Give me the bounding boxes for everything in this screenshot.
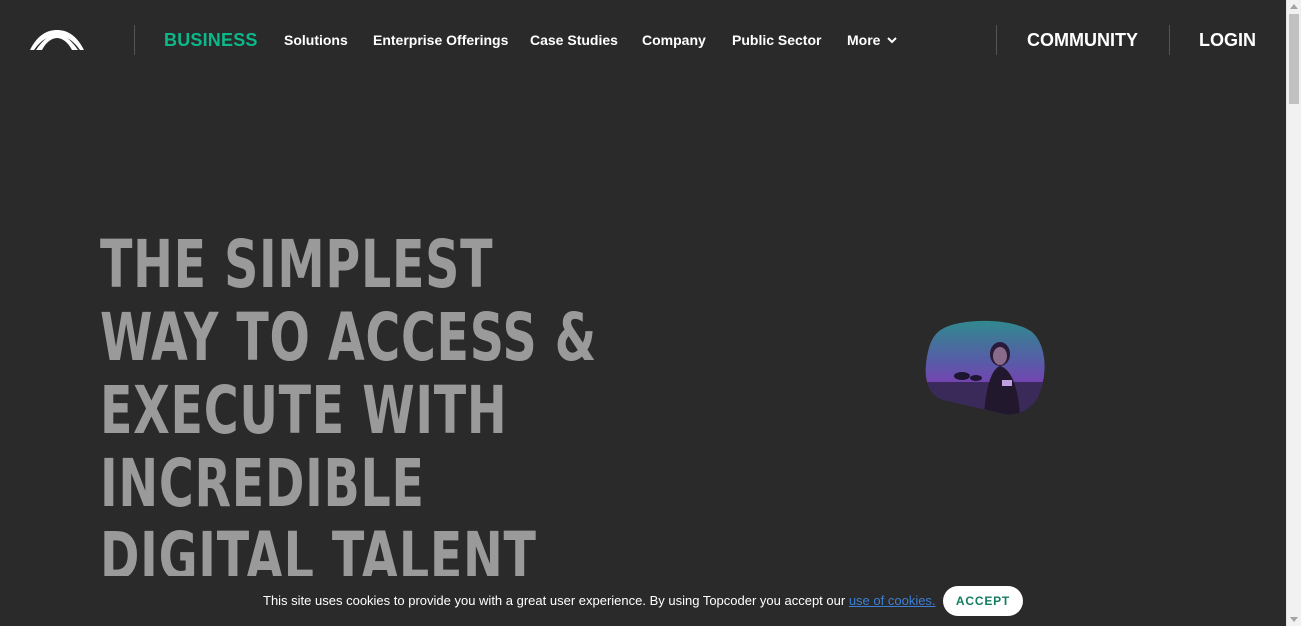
cookie-message: This site uses cookies to provide you wi…: [263, 593, 936, 608]
cookie-text: This site uses cookies to provide you wi…: [263, 593, 846, 608]
nav-community[interactable]: COMMUNITY: [1027, 30, 1138, 51]
accept-cookies-button[interactable]: ACCEPT: [943, 586, 1023, 616]
page: BUSINESS Solutions Enterprise Offerings …: [0, 0, 1286, 626]
nav-public-sector[interactable]: Public Sector: [732, 32, 821, 48]
chevron-down-icon: [887, 37, 898, 44]
nav-more[interactable]: More: [847, 32, 898, 48]
topcoder-logo-icon[interactable]: [28, 28, 86, 52]
header-divider: [1169, 25, 1170, 55]
nav-more-label: More: [847, 32, 881, 48]
nav-solutions[interactable]: Solutions: [284, 32, 348, 48]
nav-case-studies[interactable]: Case Studies: [530, 32, 618, 48]
hero-line: DIGITAL TALENT: [100, 518, 537, 576]
nav-login[interactable]: LOGIN: [1199, 30, 1256, 51]
nav-business[interactable]: BUSINESS: [164, 30, 258, 51]
person-photo-blob: [925, 320, 1045, 415]
hero-title: THE SIMPLEST WAY TO ACCESS & EXECUTE WIT…: [100, 228, 660, 576]
nav-enterprise-offerings[interactable]: Enterprise Offerings: [373, 32, 508, 48]
hero-line: THE SIMPLEST: [100, 228, 494, 303]
scrollbar-thumb[interactable]: [1289, 14, 1299, 104]
header-divider: [134, 25, 135, 55]
hero-line: EXECUTE WITH: [100, 372, 508, 449]
scroll-up-icon[interactable]: [1290, 4, 1298, 9]
site-header: BUSINESS Solutions Enterprise Offerings …: [0, 0, 1286, 80]
header-divider: [996, 25, 997, 55]
cookie-policy-link[interactable]: use of cookies.: [849, 593, 936, 608]
scroll-down-icon[interactable]: [1290, 617, 1298, 622]
hero-line: WAY TO ACCESS &: [100, 299, 597, 376]
nav-company[interactable]: Company: [642, 32, 706, 48]
scrollbar[interactable]: [1286, 0, 1301, 626]
hero-line: INCREDIBLE: [100, 445, 425, 522]
